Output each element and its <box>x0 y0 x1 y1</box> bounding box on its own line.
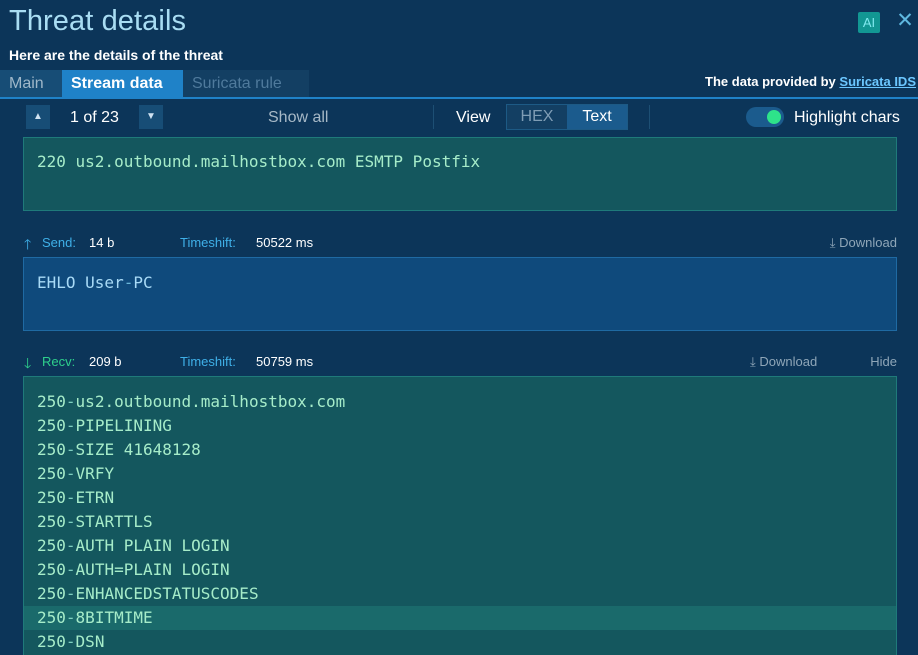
send-meta: 🡑 Send: 14 b Timeshift: 50522 ms ⤓ Downl… <box>23 233 897 253</box>
tab-suricata-rule: Suricata rule <box>183 70 309 97</box>
highlighted-char: - <box>65 632 76 651</box>
highlighted-char: - <box>65 464 76 483</box>
view-hex-button[interactable]: HEX <box>507 105 567 129</box>
stream-line: 250-AUTH PLAIN LOGIN <box>37 536 230 555</box>
highlight-chars-toggle[interactable] <box>746 107 784 127</box>
stream-line: 250-SIZE 41648128 <box>37 440 201 459</box>
show-all-button[interactable]: Show all <box>268 109 328 127</box>
stream-line: 250-ENHANCEDSTATUSCODES <box>37 584 259 603</box>
direction-label: Recv: <box>42 354 76 369</box>
recv-meta: 🡓 Recv: 209 b Timeshift: 50759 ms ⤓ Down… <box>23 352 897 372</box>
provider-link[interactable]: Suricata IDS <box>839 74 916 89</box>
stream-toolbar: ▲ 1 of 23 ▼ Show all View HEX Text Highl… <box>0 99 918 136</box>
recv-block: 250-us2.outbound.mailhostbox.com 250-PIPE… <box>23 376 897 655</box>
highlighted-char: - <box>65 536 76 555</box>
stream-line: 250-ETRN <box>37 488 115 507</box>
recv-block: 220 us2.outbound.mailhostbox.com ESMTP P… <box>23 137 897 211</box>
stream-line: 250-DSN <box>37 632 105 651</box>
timeshift-label: Timeshift: <box>180 235 236 250</box>
packet-size: 209 b <box>89 354 122 369</box>
download-icon: ⤓ <box>829 235 836 250</box>
stream-line: 250-8BITMIME <box>24 606 896 630</box>
highlighted-char: - <box>65 488 76 507</box>
packet-size: 14 b <box>89 235 115 250</box>
stream-line: 250-STARTTLS <box>37 512 153 531</box>
highlighted-char: - <box>65 392 76 411</box>
timeshift-label: Timeshift: <box>180 354 236 369</box>
stream-line: 250-us2.outbound.mailhostbox.com <box>37 392 346 411</box>
toolbar-divider <box>433 105 434 129</box>
stream-line: 250-AUTH=PLAIN LOGIN <box>37 560 230 579</box>
stream-line: 220 us2.outbound.mailhostbox.com ESMTP P… <box>37 152 481 171</box>
arrow-down-icon: 🡓 <box>24 355 32 371</box>
download-label: Download <box>759 354 818 369</box>
view-label: View <box>456 109 491 126</box>
data-provider-note: The data provided by Suricata IDS <box>705 74 916 89</box>
page-subtitle: Here are the details of the threat <box>9 47 223 63</box>
toolbar-divider <box>649 105 650 129</box>
highlighted-char: - <box>123 273 134 292</box>
download-button[interactable]: ⤓ Download <box>750 354 817 370</box>
tab-bar: Main Stream data Suricata rule <box>0 70 309 97</box>
view-mode-switch: HEX Text <box>506 104 628 130</box>
close-icon[interactable]: ✕ <box>895 10 915 32</box>
highlighted-char: - <box>65 560 76 579</box>
timeshift-value: 50759 ms <box>256 354 314 369</box>
ai-button[interactable]: AI <box>858 12 880 33</box>
view-text-button[interactable]: Text <box>567 105 627 129</box>
next-icon[interactable]: ▼ <box>139 105 163 129</box>
tab-stream-data[interactable]: Stream data <box>62 70 183 97</box>
highlight-chars-label: Highlight chars <box>794 109 900 126</box>
stream-line: 250-PIPELINING <box>37 416 172 435</box>
highlighted-char: - <box>65 584 76 603</box>
send-block: EHLO User-PC <box>23 257 897 331</box>
download-button[interactable]: ⤓ Download <box>830 235 897 251</box>
timeshift-value: 50522 ms <box>256 235 314 250</box>
highlighted-char: - <box>65 512 76 531</box>
stream-counter: 1 of 23 <box>70 109 119 126</box>
stream-line: 250-VRFY <box>37 464 115 483</box>
tab-main[interactable]: Main <box>0 70 62 97</box>
provider-prefix: The data provided by <box>705 74 840 89</box>
previous-icon[interactable]: ▲ <box>26 105 50 129</box>
highlighted-char: - <box>65 416 76 435</box>
stream-line: EHLO User-PC <box>37 273 153 292</box>
arrow-up-icon: 🡑 <box>24 236 32 252</box>
direction-label: Send: <box>42 235 76 250</box>
download-label: Download <box>839 235 897 250</box>
hide-button[interactable]: Hide <box>870 354 897 369</box>
page-title: Threat details <box>9 5 187 37</box>
highlighted-char: - <box>65 608 76 627</box>
toggle-knob <box>767 110 781 124</box>
highlighted-char: - <box>65 440 76 459</box>
download-icon: ⤓ <box>750 354 756 369</box>
